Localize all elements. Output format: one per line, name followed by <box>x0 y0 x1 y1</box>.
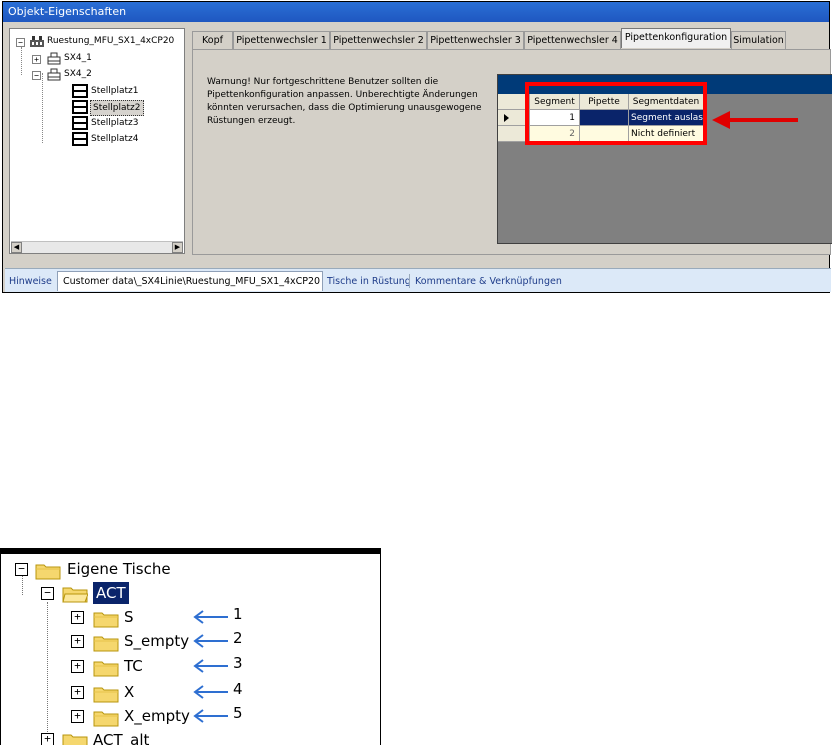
current-row-icon <box>504 114 509 122</box>
slot-icon <box>72 116 88 130</box>
folder-icon <box>35 564 61 580</box>
collapse-icon[interactable]: − <box>16 38 25 47</box>
folder-icon <box>93 711 119 727</box>
tree-item-stellplatz2-selected[interactable]: Stellplatz2 <box>90 100 144 116</box>
tree-item-x-empty[interactable]: X_empty <box>124 705 190 727</box>
collapse-icon[interactable]: − <box>15 563 28 576</box>
machine-icon <box>47 52 61 65</box>
tree-item-act-selected[interactable]: ACT <box>93 582 129 604</box>
expand-icon[interactable]: + <box>71 686 84 699</box>
tree-item-stellplatz1[interactable]: Stellplatz1 <box>91 84 139 98</box>
slot-icon <box>72 84 88 98</box>
collapse-icon[interactable]: − <box>32 71 41 80</box>
horizontal-scrollbar[interactable]: ◀ ▶ <box>11 241 183 253</box>
tab-customer-data[interactable]: Customer data\_SX4Linie\Ruestung_MFU_SX1… <box>57 271 323 291</box>
expand-icon[interactable]: + <box>71 611 84 624</box>
blue-arrow-icon <box>193 709 228 723</box>
highlight-box <box>525 82 707 145</box>
object-properties-window: Objekt-Eigenschaften − Ruestung_MFU_SX1_… <box>2 1 832 293</box>
blue-arrow-icon <box>193 659 228 673</box>
tab-pipettenwechsler-2[interactable]: Pipettenwechsler 2 <box>330 31 427 49</box>
tables-tree-window: − Eigene Tische − ACT + S + S_empty + TC… <box>0 548 381 745</box>
callout-number: 2 <box>233 629 243 647</box>
tab-kommentare[interactable]: Kommentare & Verknüpfungen <box>415 273 562 290</box>
blue-arrow-icon <box>193 610 228 624</box>
window-title: Objekt-Eigenschaften <box>3 2 829 22</box>
scroll-right-icon[interactable]: ▶ <box>172 242 183 253</box>
folder-icon <box>62 734 88 745</box>
expand-icon[interactable]: + <box>32 55 41 64</box>
expand-icon[interactable]: + <box>71 635 84 648</box>
slot-icon <box>72 132 88 146</box>
folder-open-icon <box>62 587 88 603</box>
tab-tische-in-ruestung[interactable]: Tische in Rüstung <box>327 273 411 290</box>
callout-number: 1 <box>233 605 243 623</box>
tree-item-sx4-2[interactable]: SX4_2 <box>64 67 92 81</box>
slot-icon <box>72 100 88 114</box>
expand-icon[interactable]: + <box>41 733 54 745</box>
setup-icon <box>30 36 44 47</box>
tree-item-sx4-1[interactable]: SX4_1 <box>64 51 92 65</box>
collapse-icon[interactable]: − <box>41 587 54 600</box>
tree-root-eigene-tische[interactable]: Eigene Tische <box>67 558 171 580</box>
callout-number: 3 <box>233 654 243 672</box>
folder-icon <box>93 661 119 677</box>
expand-icon[interactable]: + <box>71 710 84 723</box>
folder-icon <box>93 687 119 703</box>
tree-item-tc[interactable]: TC <box>124 655 143 677</box>
tree-item-stellplatz3[interactable]: Stellplatz3 <box>91 116 139 130</box>
tree-item-s[interactable]: S <box>124 606 134 628</box>
folder-icon <box>93 612 119 628</box>
tab-pipettenwechsler-3[interactable]: Pipettenwechsler 3 <box>427 31 524 49</box>
expand-icon[interactable]: + <box>71 660 84 673</box>
tree-item-stellplatz4[interactable]: Stellplatz4 <box>91 132 139 146</box>
folder-icon <box>93 636 119 652</box>
pipette-config-panel: Warnung! Nur fortgeschrittene Benutzer s… <box>192 49 832 255</box>
object-tree[interactable]: − Ruestung_MFU_SX1_4xCP20 + SX4_1 − SX4_… <box>9 28 185 254</box>
red-arrow-icon <box>712 111 798 129</box>
callout-number: 4 <box>233 680 243 698</box>
tree-item-s-empty[interactable]: S_empty <box>124 630 189 652</box>
tree-item-act-alt[interactable]: ACT_alt <box>93 729 149 745</box>
tab-pipettenwechsler-1[interactable]: Pipettenwechsler 1 <box>233 31 330 49</box>
bottom-tab-strip: Hinweise Customer data\_SX4Linie\Ruestun… <box>5 268 831 292</box>
tab-hinweise[interactable]: Hinweise <box>9 273 52 290</box>
tab-pipettenkonfiguration[interactable]: Pipettenkonfiguration <box>621 28 731 48</box>
blue-arrow-icon <box>193 685 228 699</box>
tab-pipettenwechsler-4[interactable]: Pipettenwechsler 4 <box>524 31 621 49</box>
tab-kopf[interactable]: Kopf <box>192 31 233 49</box>
blue-arrow-icon <box>193 634 228 648</box>
warning-text: Warnung! Nur fortgeschrittene Benutzer s… <box>207 77 482 126</box>
callout-number: 5 <box>233 704 243 722</box>
scroll-left-icon[interactable]: ◀ <box>11 242 22 253</box>
tab-simulation[interactable]: Simulation <box>731 31 786 49</box>
machine-icon <box>47 68 61 81</box>
tree-item-x[interactable]: X <box>124 681 134 703</box>
tree-root[interactable]: Ruestung_MFU_SX1_4xCP20 <box>47 34 174 48</box>
